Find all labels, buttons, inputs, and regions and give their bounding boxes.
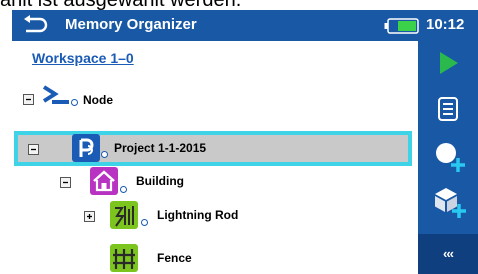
action-sidebar: ‹‹‹ [418,41,478,274]
status-dot [71,99,78,106]
tree-node-label[interactable]: Fence [157,251,192,265]
project-icon[interactable] [72,134,100,162]
lightning-rod-icon[interactable] [110,201,138,229]
status-dot [101,151,108,158]
tree-node-label[interactable]: Building [136,174,184,188]
view-list-button[interactable] [418,89,478,129]
add-measurement-icon [436,143,465,172]
expand-toggle[interactable] [84,211,95,222]
workspace-title[interactable]: Workspace 1–0 [32,50,134,66]
list-icon [438,97,458,121]
fence-icon[interactable] [110,244,138,272]
building-icon[interactable] [90,167,118,195]
add-measurement-button[interactable] [418,135,478,175]
app-title: Memory Organizer [65,16,197,33]
collapse-toggle[interactable] [28,144,39,155]
tree-panel: Workspace 1–0 Node Project 1-1-2015 Buil… [12,41,418,274]
back-arrow-icon[interactable] [22,15,48,35]
tree-node-label[interactable]: Project 1-1-2015 [114,141,206,155]
start-button[interactable] [418,43,478,83]
battery-icon [384,18,419,34]
node-icon[interactable] [41,83,71,107]
more-options-button[interactable]: ‹‹‹ [418,234,478,274]
collapse-toggle[interactable] [60,177,71,188]
status-dot [141,219,148,226]
status-dot [120,186,127,193]
play-icon [440,52,458,74]
title-bar: Memory Organizer 10:12 [12,10,478,41]
tree-node-label[interactable]: Lightning Rod [157,208,238,222]
clock: 10:12 [426,16,465,33]
collapse-toggle[interactable] [23,94,34,105]
add-structure-icon [435,188,466,218]
add-structure-button[interactable] [418,181,478,221]
tree-node-label[interactable]: Node [83,93,113,107]
